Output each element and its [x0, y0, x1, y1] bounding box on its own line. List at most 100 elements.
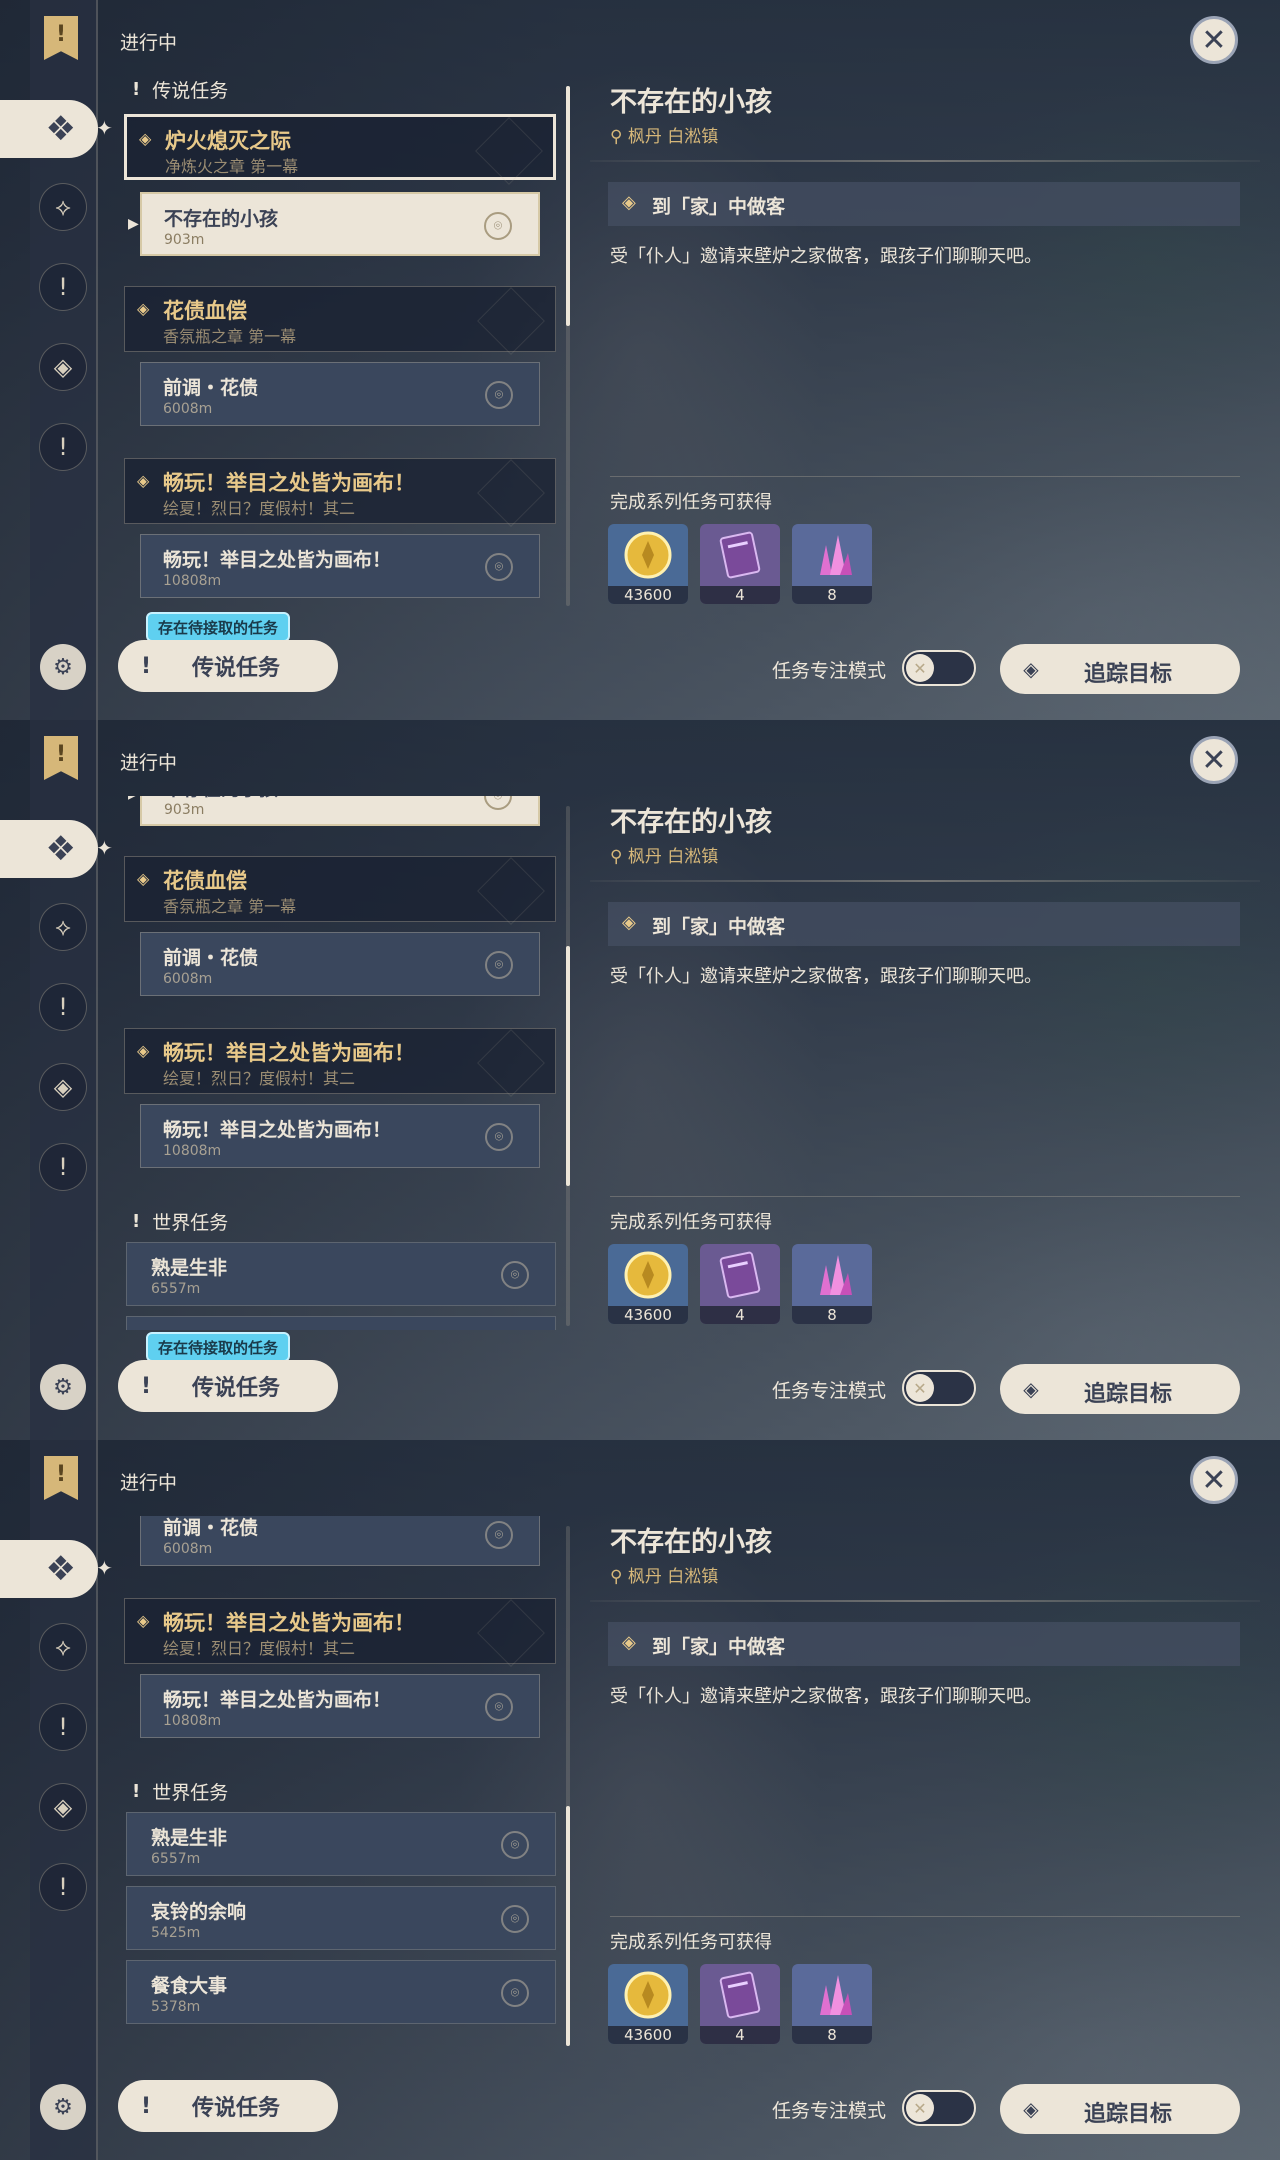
location-text: 枫丹 白淞镇 [627, 847, 719, 867]
quest-chain[interactable]: ◈ 畅玩！举目之处皆为画布！ 绘夏！烈日？度假村！其二 [124, 1028, 556, 1097]
close-button[interactable]: ✕ [1190, 1456, 1238, 1504]
map-pin-icon[interactable]: ⌾ [501, 1261, 529, 1289]
reward-count: 8 [792, 1306, 872, 1324]
map-pin-icon[interactable]: ⌾ [484, 796, 512, 810]
map-pin-icon[interactable]: ⌾ [501, 1905, 529, 1933]
quest-description: 受「仆人」邀请来壁炉之家做客，跟孩子们聊聊天吧。 [610, 1686, 1042, 1707]
world-quest-item[interactable]: 哀铃的余响 5425m ⌾ [126, 1886, 556, 1950]
tab-story[interactable]: ! [38, 262, 88, 312]
quest-list[interactable]: ! 传说任务 ◈ 炉火熄灭之际 净炼火之章 第一幕 ▶ 不存在的小孩 903m … [120, 796, 560, 1330]
quest-chain[interactable]: ◈ 花债血偿 香氛瓶之章 第一幕 [124, 286, 556, 355]
quest-chain[interactable]: ◈ 畅玩！举目之处皆为画布！ 绘夏！烈日？度假村！其二 [124, 1598, 556, 1667]
all-quests-tab[interactable]: ❖ [0, 1540, 98, 1598]
mora-coin-icon [608, 524, 688, 586]
reward-item[interactable]: 4 [700, 1244, 780, 1324]
legend-quest-button[interactable]: ! 传说任务 [118, 640, 338, 692]
tab-archon[interactable]: ⟡ [38, 902, 88, 952]
reward-item[interactable]: 43600 [608, 1244, 688, 1324]
subquest-item[interactable]: 畅玩！举目之处皆为画布！ 10808m ⌾ [140, 534, 540, 598]
quest-settings-icon[interactable]: ⚙ [40, 644, 86, 690]
commission-icon: ◈ [39, 1783, 87, 1831]
chain-emblem-icon [475, 117, 543, 185]
reward-item[interactable]: 8 [792, 524, 872, 604]
track-target-button[interactable]: ◈ 追踪目标 [1000, 1364, 1240, 1414]
all-quests-tab[interactable]: ❖ [0, 820, 98, 878]
close-button[interactable]: ✕ [1190, 736, 1238, 784]
subquest-item[interactable]: ▶ 不存在的小孩 903m ⌾ [128, 796, 540, 826]
quest-chain[interactable]: ◈ 畅玩！举目之处皆为画布！ 绘夏！烈日？度假村！其二 [124, 458, 556, 527]
subquest-title: 前调・花债 [163, 377, 259, 399]
objective-bar: ◈ 到「家」中做客 [608, 182, 1240, 226]
reward-item[interactable]: 4 [700, 1964, 780, 2044]
reward-count: 4 [700, 1306, 780, 1324]
tab-commission[interactable]: ◈ [38, 342, 88, 392]
tab-world[interactable]: ! [38, 1142, 88, 1192]
world-quest-item[interactable]: 餐食大事 5378m ⌾ [126, 1960, 556, 2024]
subquest-item[interactable]: 畅玩！举目之处皆为画布！ 10808m ⌾ [140, 1104, 540, 1168]
reward-item[interactable]: 8 [792, 1244, 872, 1324]
subquest-title: 畅玩！举目之处皆为画布！ [163, 1689, 392, 1711]
subquest-item[interactable]: ▶ 不存在的小孩 903m ⌾ [128, 192, 540, 256]
map-pin-icon[interactable]: ⌾ [485, 1521, 513, 1549]
commission-icon: ◈ [39, 1063, 87, 1111]
quest-list[interactable]: ! 传说任务 ◈ 炉火熄灭之际 净炼火之章 第一幕 ▶ 不存在的小孩 903m … [120, 76, 560, 610]
map-pin-icon[interactable]: ⌾ [485, 1123, 513, 1151]
track-target-button[interactable]: ◈ 追踪目标 [1000, 2084, 1240, 2134]
rewards-label: 完成系列任务可获得 [610, 1932, 772, 1953]
world-quest-item[interactable]: 哀铃的余响 5425m ⌾ [126, 1316, 556, 1330]
tab-archon[interactable]: ⟡ [38, 182, 88, 232]
location-text: 枫丹 白淞镇 [627, 127, 719, 147]
tab-commission[interactable]: ◈ [38, 1782, 88, 1832]
close-button[interactable]: ✕ [1190, 16, 1238, 64]
map-pin-icon[interactable]: ⌾ [485, 553, 513, 581]
map-pin-icon[interactable]: ⌾ [484, 212, 512, 240]
map-pin-icon[interactable]: ⌾ [501, 1831, 529, 1859]
tab-commission[interactable]: ◈ [38, 1062, 88, 1112]
subquest-item[interactable]: 前调・花债 6008m ⌾ [140, 362, 540, 426]
reward-item[interactable]: 43600 [608, 1964, 688, 2044]
quest-settings-icon[interactable]: ⚙ [40, 2084, 86, 2130]
scroll-thumb[interactable] [566, 86, 570, 326]
scrollbar[interactable] [566, 86, 570, 606]
map-pin-icon[interactable]: ⌾ [485, 381, 513, 409]
quest-chain[interactable]: ◈ 花债血偿 香氛瓶之章 第一幕 [124, 856, 556, 925]
scrollbar[interactable] [566, 1526, 570, 2046]
focus-mode-toggle[interactable]: ✕ [902, 1370, 976, 1406]
quest-list[interactable]: ! 传说任务 ◈ 炉火熄灭之际 净炼火之章 第一幕 ▶ 不存在的小孩 903m … [120, 1516, 560, 2050]
map-pin-icon[interactable]: ⌾ [485, 1693, 513, 1721]
tab-story[interactable]: ! [38, 1702, 88, 1752]
legend-quest-button[interactable]: ! 传说任务 [118, 1360, 338, 1412]
quest-settings-icon[interactable]: ⚙ [40, 1364, 86, 1410]
quest-panel: ! ❖ ✦ ⟡ ! ◈ ! ⚙ 进行中 ✕ ! 传说任务 ◈ 炉火熄灭之际 净炼… [0, 0, 1280, 720]
subquest-distance: 10808m [163, 1713, 222, 1729]
world-quest-item[interactable]: 熟是生非 6557m ⌾ [126, 1242, 556, 1306]
reward-item[interactable]: 43600 [608, 524, 688, 604]
world-quest-item[interactable]: 熟是生非 6557m ⌾ [126, 1812, 556, 1876]
subquest-item[interactable]: 前调・花债 6008m ⌾ [140, 1516, 540, 1566]
track-target-button[interactable]: ◈ 追踪目标 [1000, 644, 1240, 694]
map-pin-icon[interactable]: ⌾ [501, 1979, 529, 2007]
archon-quest-icon: ⟡ [39, 903, 87, 951]
scrollbar[interactable] [566, 806, 570, 1326]
subquest-item[interactable]: 前调・花债 6008m ⌾ [140, 932, 540, 996]
world-quest-distance: 5378m [151, 1999, 201, 2015]
quest-location: ⚲ 枫丹 白淞镇 [610, 1562, 718, 1587]
subquest-item[interactable]: 畅玩！举目之处皆为画布！ 10808m ⌾ [140, 1674, 540, 1738]
reward-item[interactable]: 8 [792, 1964, 872, 2044]
all-quests-tab[interactable]: ❖ [0, 100, 98, 158]
reward-item[interactable]: 4 [700, 524, 780, 604]
tab-world[interactable]: ! [38, 422, 88, 472]
chain-subtitle: 净炼火之章 第一幕 [165, 157, 299, 176]
legend-quest-button[interactable]: ! 传说任务 [118, 2080, 338, 2132]
focus-mode-toggle[interactable]: ✕ [902, 650, 976, 686]
tab-story[interactable]: ! [38, 982, 88, 1032]
scroll-thumb[interactable] [566, 1806, 570, 2046]
world-quest-title: 哀铃的余响 [151, 1901, 247, 1923]
focus-mode-toggle[interactable]: ✕ [902, 2090, 976, 2126]
category-label: 世界任务 [152, 1781, 229, 1804]
tab-archon[interactable]: ⟡ [38, 1622, 88, 1672]
quest-chain[interactable]: ◈ 炉火熄灭之际 净炼火之章 第一幕 [124, 114, 556, 185]
map-pin-icon[interactable]: ⌾ [485, 951, 513, 979]
tab-world[interactable]: ! [38, 1862, 88, 1912]
scroll-thumb[interactable] [566, 946, 570, 1186]
